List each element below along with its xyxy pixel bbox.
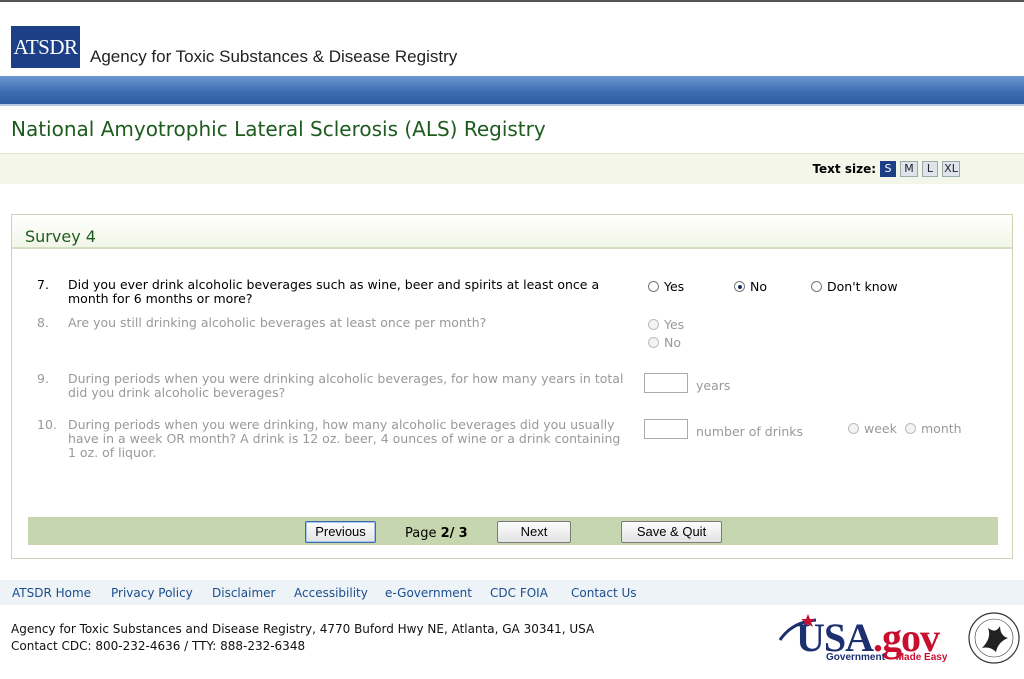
- footer-link-cdc-foia[interactable]: CDC FOIA: [490, 586, 548, 600]
- site-header: ATSDR Agency for Toxic Substances & Dise…: [0, 2, 1024, 76]
- page-separator: /: [449, 526, 455, 541]
- contact-line: Contact CDC: 800-232-4636 / TTY: 888-232…: [11, 639, 306, 653]
- radio-label: Yes: [664, 279, 685, 294]
- footer-link-atsdr-home[interactable]: ATSDR Home: [12, 586, 91, 600]
- text-size-s-button[interactable]: S: [880, 161, 896, 177]
- radio-label: Don't know: [827, 279, 898, 294]
- question-text-line: month for 6 months or more?: [68, 291, 253, 306]
- page-title: National Amyotrophic Lateral Sclerosis (…: [11, 117, 546, 141]
- drinks-count-input[interactable]: [644, 419, 688, 439]
- footer-link-contact-us[interactable]: Contact Us: [571, 586, 637, 600]
- usagov-tagline-1: Government: [826, 652, 885, 663]
- radio-label: Yes: [664, 317, 685, 332]
- text-size-m-button[interactable]: M: [900, 161, 918, 177]
- footer-link-accessibility[interactable]: Accessibility: [294, 586, 368, 600]
- text-size-xl-button[interactable]: XL: [942, 161, 960, 177]
- question-number: 8.: [37, 315, 49, 330]
- radio-label: No: [750, 279, 767, 294]
- survey-nav-bar: Previous Page 2/ 3 Next Save & Quit: [28, 517, 998, 545]
- radio-circle[interactable]: [848, 423, 859, 434]
- question-text-line: Are you still drinking alcoholic beverag…: [68, 315, 487, 330]
- radio-label: week: [864, 421, 897, 436]
- q8-yes-radio[interactable]: Yes: [648, 317, 684, 332]
- save-quit-button[interactable]: Save & Quit: [621, 521, 722, 543]
- radio-circle[interactable]: [648, 337, 659, 348]
- years-input[interactable]: [644, 373, 688, 393]
- footer-address: Agency for Toxic Substances and Disease …: [11, 621, 594, 655]
- page-indicator: Page 2/ 3: [405, 526, 468, 541]
- usagov-logo[interactable]: USA.gov Government Made Easy: [778, 606, 963, 670]
- question-text-line: During periods when you were drinking, h…: [68, 417, 615, 432]
- question-number: 9.: [37, 371, 49, 386]
- drinks-unit-label: number of drinks: [696, 424, 804, 439]
- current-page: 2: [440, 526, 450, 541]
- radio-label: month: [921, 421, 962, 436]
- radio-label: No: [664, 335, 681, 350]
- footer-link-privacy-policy[interactable]: Privacy Policy: [111, 586, 193, 600]
- question-text-line: Did you ever drink alcoholic beverages s…: [68, 277, 600, 292]
- q7-no-radio[interactable]: No: [734, 279, 767, 294]
- radio-circle[interactable]: [648, 281, 659, 292]
- question-text-line: have in a week OR month? A drink is 12 o…: [68, 431, 621, 446]
- radio-circle[interactable]: [648, 319, 659, 330]
- survey-title: Survey 4: [25, 227, 96, 246]
- agency-name: Agency for Toxic Substances & Disease Re…: [90, 47, 458, 66]
- usagov-tagline-2: Made Easy: [895, 652, 948, 663]
- text-size-bar: Text size: S M L XL: [0, 154, 1024, 184]
- usagov-tagline: Government Made Easy: [826, 652, 947, 663]
- question-text-line: did you drink alcoholic beverages?: [68, 385, 286, 400]
- next-button[interactable]: Next: [497, 521, 571, 543]
- q7-yes-radio[interactable]: Yes: [648, 279, 684, 294]
- survey-header: Survey 4: [12, 215, 1012, 249]
- q8-no-radio[interactable]: No: [648, 335, 681, 350]
- years-unit-label: years: [696, 378, 731, 393]
- footer-link-disclaimer[interactable]: Disclaimer: [212, 586, 275, 600]
- question-text-line: During periods when you were drinking al…: [68, 371, 624, 386]
- question-number: 7.: [37, 277, 49, 292]
- text-size-label: Text size:: [812, 162, 876, 176]
- question-number: 10.: [37, 417, 57, 432]
- footer-links-bar: ATSDR Home Privacy Policy Disclaimer Acc…: [0, 580, 1024, 605]
- footer-link-e-government[interactable]: e-Government: [385, 586, 472, 600]
- text-size-l-button[interactable]: L: [922, 161, 938, 177]
- q10-month-radio[interactable]: month: [905, 421, 962, 436]
- hhs-seal-icon[interactable]: [966, 608, 1022, 668]
- question-text-line: 1 oz. of liquor.: [68, 445, 157, 460]
- page-label: Page: [405, 526, 437, 541]
- address-line: Agency for Toxic Substances and Disease …: [11, 622, 595, 636]
- radio-circle[interactable]: [811, 281, 822, 292]
- radio-circle[interactable]: [905, 423, 916, 434]
- total-pages: 3: [458, 526, 468, 541]
- previous-button[interactable]: Previous: [305, 521, 376, 543]
- survey-panel: Survey 4 7. Did you ever drink alcoholic…: [11, 214, 1013, 559]
- header-banner: [0, 76, 1024, 106]
- radio-circle-selected[interactable]: [734, 281, 745, 292]
- q10-week-radio[interactable]: week: [848, 421, 897, 436]
- q7-dont-know-radio[interactable]: Don't know: [811, 279, 898, 294]
- atsdr-logo[interactable]: ATSDR: [11, 26, 80, 68]
